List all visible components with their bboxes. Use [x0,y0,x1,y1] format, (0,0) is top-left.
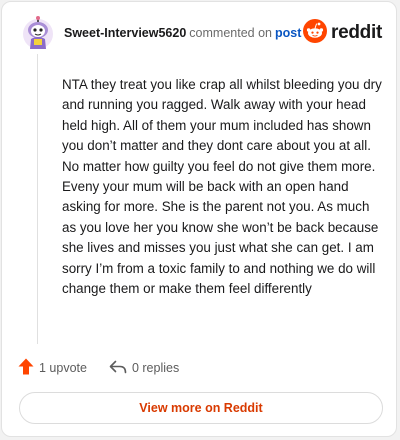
action-text: commented on [189,26,272,40]
post-link[interactable]: post [275,26,301,40]
upvote-button[interactable]: 1 upvote [18,358,87,378]
comment-header: Sweet-Interview5620 commented on post redd… [22,14,382,52]
reply-count: 0 replies [131,361,180,375]
replies-button[interactable]: 0 replies [109,360,179,377]
snoo-avatar-icon[interactable] [22,15,54,51]
comment-footer: 1 upvote 0 replies [18,358,179,378]
thread-line [37,54,38,344]
reddit-logo-icon [303,18,328,48]
reply-arrow-icon [109,360,127,377]
upvote-arrow-icon [18,358,34,378]
reddit-wordmark: reddit [331,22,382,43]
view-more-button[interactable]: View more on Reddit [19,392,383,424]
reddit-brand[interactable]: reddit [303,18,382,48]
comment-meta: Sweet-Interview5620 commented on post [64,26,303,40]
username-link[interactable]: Sweet-Interview5620 [64,26,186,40]
upvote-count: 1 upvote [39,361,87,375]
comment-body: NTA they treat you like crap all whilst … [62,77,382,297]
comment-embed-card: Sweet-Interview5620 commented on post redd… [1,1,397,437]
